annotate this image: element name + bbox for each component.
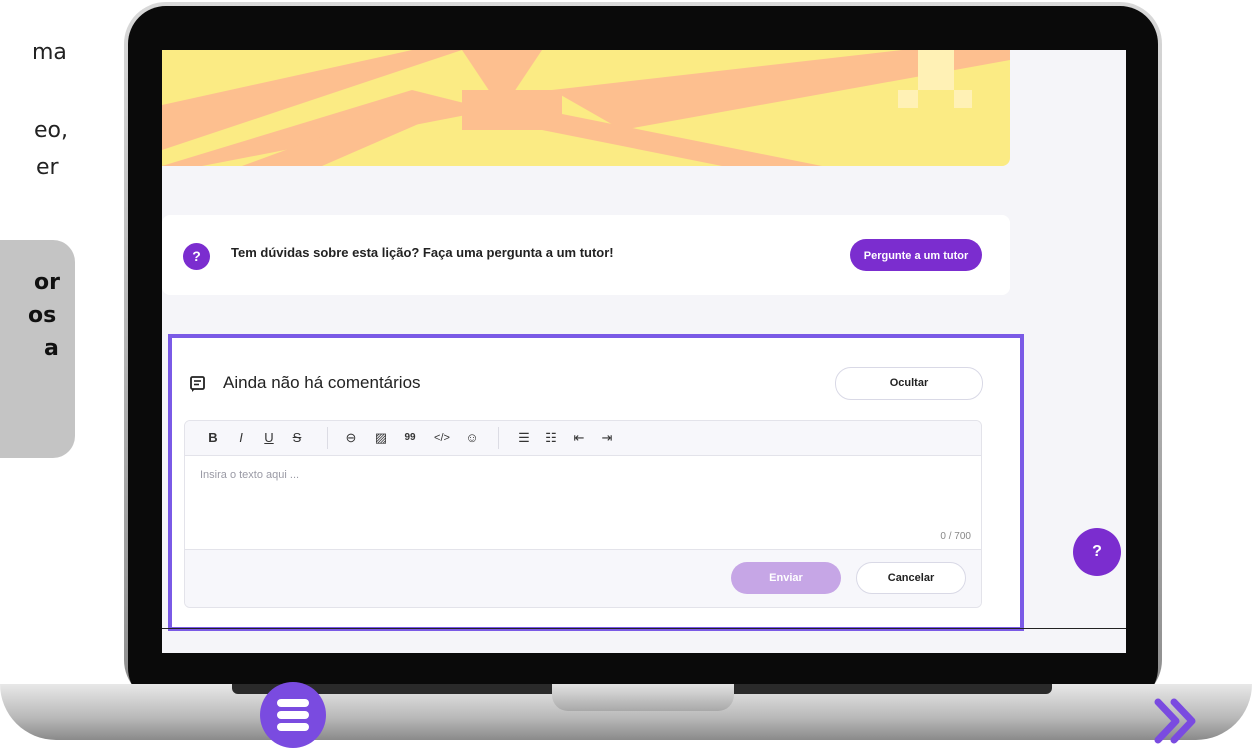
laptop-screen: ? Tem dúvidas sobre esta lição? Faça uma… [162,50,1126,653]
question-icon: ? [183,243,210,270]
tutor-card: ? Tem dúvidas sobre esta lição? Faça uma… [162,215,1010,295]
divider-line [162,628,1126,629]
image-icon[interactable]: ▨ [373,429,389,447]
send-button[interactable]: Enviar [731,562,841,594]
left-text-line: er [36,155,59,180]
toolbar-divider [498,427,499,449]
left-text-line: eo, [34,118,68,143]
comments-section: Ainda não há comentários Ocultar B I U S… [168,334,1024,631]
hide-comments-button[interactable]: Ocultar [835,367,983,400]
comment-icon [190,376,205,392]
menu-button[interactable] [260,682,326,748]
info-card-line: os [28,303,57,328]
editor-toolbar: B I U S ⊖ ▨ 99 </> ☺ ☰ ☷ ⇤ ⇥ [185,421,981,456]
emoji-icon[interactable]: ☺ [464,429,480,447]
laptop-notch [552,684,734,711]
menu-icon [277,699,309,707]
underline-icon[interactable]: U [263,429,275,447]
cancel-button[interactable]: Cancelar [856,562,966,594]
menu-icon [277,723,309,731]
code-icon[interactable]: </> [431,429,453,447]
toolbar-divider [327,427,328,449]
next-arrow-icon[interactable] [1152,698,1202,744]
info-card-line: or [34,270,60,295]
numbered-list-icon[interactable]: ☷ [543,429,559,447]
info-card: or os a [0,240,75,458]
character-counter: 0 / 700 [940,531,971,542]
link-icon[interactable]: ⊖ [343,429,359,447]
editor-footer: Enviar Cancelar [185,549,981,607]
comments-title: Ainda não há comentários [223,373,421,392]
ask-tutor-button[interactable]: Pergunte a um tutor [850,239,982,271]
strikethrough-icon[interactable]: S [291,429,303,447]
indent-icon[interactable]: ⇥ [599,429,615,447]
italic-icon[interactable]: I [235,429,247,447]
left-text-line: ma [32,40,67,65]
quote-icon[interactable]: 99 [401,429,419,447]
outdent-icon[interactable]: ⇤ [571,429,587,447]
lesson-banner [162,50,1010,166]
comment-input-placeholder[interactable]: Insira o texto aqui ... [200,469,299,481]
comment-editor: B I U S ⊖ ▨ 99 </> ☺ ☰ ☷ ⇤ ⇥ Insira o te… [184,420,982,608]
help-button[interactable]: ? [1073,528,1121,576]
bullet-list-icon[interactable]: ☰ [516,429,532,447]
banner-graphic [162,50,1010,166]
info-card-line: a [44,336,59,361]
menu-icon [277,711,309,719]
bold-icon[interactable]: B [207,429,219,447]
tutor-prompt: Tem dúvidas sobre esta lição? Faça uma p… [231,245,614,260]
